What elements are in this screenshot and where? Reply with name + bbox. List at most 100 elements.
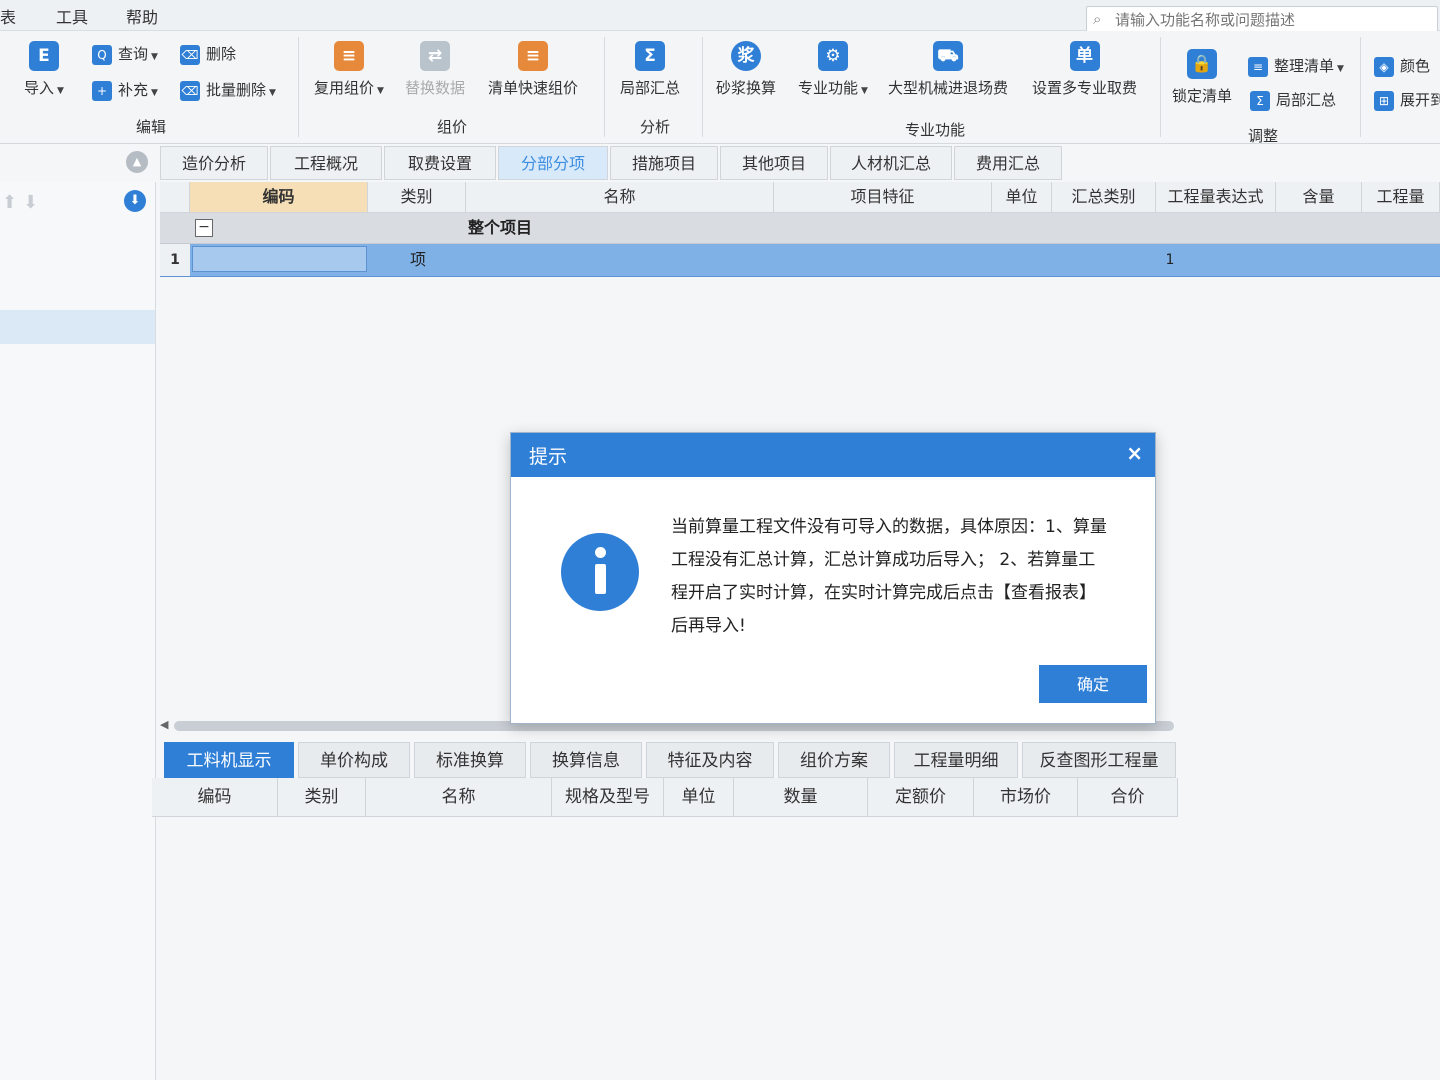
bottom-header-market-price[interactable]: 市场价 [974, 778, 1078, 816]
row-category-cell[interactable]: 项 [368, 244, 468, 276]
tab-labor-material-summary[interactable]: 人材机汇总 [830, 146, 952, 180]
quick-pricing-button[interactable]: ≡ 清单快速组价 [488, 41, 578, 98]
bottom-header-code[interactable]: 编码 [152, 778, 278, 816]
group-divider [604, 37, 605, 137]
btab-reverse-graphic[interactable]: 反查图形工程量 [1022, 742, 1176, 778]
bottom-header-name[interactable]: 名称 [366, 778, 552, 816]
tab-project-overview[interactable]: 工程概况 [270, 146, 382, 180]
grid-header-name[interactable]: 名称 [466, 182, 774, 212]
group-row-name: 整个项目 [468, 218, 533, 237]
menu-help[interactable]: 帮助 [126, 4, 158, 28]
color-icon: ◈ [1374, 56, 1394, 77]
row-quantity-cell[interactable]: 1 [1150, 244, 1190, 276]
grid-header-quantity-expr[interactable]: 工程量表达式 [1156, 182, 1276, 212]
lock-list-button[interactable]: 🔒 锁定清单 [1172, 49, 1232, 106]
function-search[interactable]: ⌕ [1086, 6, 1438, 34]
machinery-icon: ⛟ [933, 41, 963, 71]
dialog-title: 提示 [529, 446, 568, 468]
delete-button[interactable]: ⌫ 删除 [180, 43, 236, 65]
caret-down-icon: ▼ [57, 86, 64, 96]
info-icon-bar [595, 564, 606, 594]
bottom-header-amount[interactable]: 数量 [734, 778, 868, 816]
mortar-conversion-button[interactable]: 浆砂浆换算 [716, 41, 776, 98]
batch-delete-button[interactable]: ⌫ 批量删除 ▼ [180, 79, 276, 101]
tab-fee-summary[interactable]: 费用汇总 [954, 146, 1062, 180]
color-button[interactable]: ◈ 颜色 [1374, 55, 1430, 77]
grid-header-category[interactable]: 类别 [368, 182, 466, 212]
bottom-header-quota-price[interactable]: 定额价 [868, 778, 974, 816]
reuse-pricing-button[interactable]: ≡ 复用组价 ▼ [314, 41, 384, 98]
professional-function-button[interactable]: ⚙ 专业功能 ▼ [798, 41, 868, 98]
grid-header-content[interactable]: 含量 [1276, 182, 1362, 212]
tab-fee-settings[interactable]: 取费设置 [384, 146, 496, 180]
grid-header-unit[interactable]: 单位 [992, 182, 1052, 212]
group-label-adjust: 调整 [1248, 127, 1279, 145]
ok-button[interactable]: 确定 [1039, 665, 1147, 703]
summary-icon: Σ [635, 41, 665, 71]
caret-down-icon: ▼ [861, 86, 868, 96]
grid-header-summary-type[interactable]: 汇总类别 [1052, 182, 1156, 212]
scroll-left-icon[interactable]: ◀ [160, 718, 168, 731]
reuse-pricing-icon: ≡ [333, 41, 364, 71]
left-tree-panel: ⬆⬇ ⬇ [0, 182, 156, 1080]
btab-labor-material[interactable]: 工料机显示 [164, 742, 294, 778]
replace-data-icon: ⇄ [420, 41, 450, 71]
expand-to-button[interactable]: ⊞ 展开到 [1374, 89, 1440, 111]
partial-summary-button[interactable]: Σ 局部汇总 [620, 41, 680, 98]
collapse-panel-icon[interactable]: ▲ [126, 151, 148, 173]
tab-other-items[interactable]: 其他项目 [720, 146, 828, 180]
bottom-header-unit[interactable]: 单位 [664, 778, 734, 816]
organize-list-button[interactable]: ≡ 整理清单 ▼ [1248, 55, 1344, 77]
menu-tools[interactable]: 工具 [56, 4, 88, 28]
tree-selected-node[interactable] [0, 310, 155, 344]
btab-conversion-info[interactable]: 换算信息 [530, 742, 642, 778]
btab-standard-conversion[interactable]: 标准换算 [414, 742, 526, 778]
multi-fee-button[interactable]: 单设置多专业取费 [1032, 41, 1137, 98]
group-divider [702, 37, 703, 137]
info-dialog: 提示 × 当前算量工程文件没有可导入的数据，具体原因：1、算量工程没有汇总计算，… [510, 432, 1156, 724]
grid-header-features[interactable]: 项目特征 [774, 182, 992, 212]
info-icon-dot [595, 547, 606, 558]
summary-icon: Σ [1250, 90, 1270, 111]
tab-cost-analysis[interactable]: 造价分析 [160, 146, 268, 180]
mortar-icon: 浆 [731, 41, 761, 71]
grid-header-code[interactable]: 编码 [190, 182, 368, 212]
replace-data-button[interactable]: ⇄ 替换数据 [405, 41, 465, 98]
machinery-fee-button[interactable]: ⛟ 大型机械进退场费 [888, 41, 1008, 98]
info-icon [561, 533, 639, 611]
caret-down-icon: ▼ [269, 88, 276, 98]
btab-quantity-detail[interactable]: 工程量明细 [894, 742, 1018, 778]
move-arrows-icon[interactable]: ⬆⬇ [2, 192, 44, 213]
tab-measures[interactable]: 措施项目 [610, 146, 718, 180]
bottom-header-category[interactable]: 类别 [278, 778, 366, 816]
supplement-button[interactable]: + 补充 ▼ [92, 79, 158, 101]
professional-icon: ⚙ [817, 41, 848, 71]
search-icon: ⌕ [1093, 10, 1102, 28]
import-icon: E [28, 41, 59, 71]
btab-unit-price[interactable]: 单价构成 [298, 742, 410, 778]
tab-sub-items[interactable]: 分部分项 [498, 146, 608, 180]
main-tabbar: 造价分析 工程概况 取费设置 分部分项 措施项目 其他项目 人材机汇总 费用汇总 [160, 146, 1440, 180]
query-button[interactable]: Q 查询 ▼ [92, 43, 158, 65]
close-icon[interactable]: × [1126, 433, 1143, 473]
dialog-message: 当前算量工程文件没有可导入的数据，具体原因：1、算量工程没有汇总计算，汇总计算成… [671, 517, 1107, 636]
download-icon[interactable]: ⬇ [124, 190, 146, 212]
row-code-cell[interactable] [192, 246, 367, 272]
collapse-minus-icon[interactable]: − [195, 219, 213, 237]
group-divider [1160, 37, 1161, 137]
trash-icon: ⌫ [180, 44, 200, 65]
btab-features-content[interactable]: 特征及内容 [646, 742, 774, 778]
function-search-input[interactable] [1113, 9, 1435, 31]
bottom-header-spec[interactable]: 规格及型号 [552, 778, 664, 816]
adjust-partial-summary-button[interactable]: Σ 局部汇总 [1250, 89, 1336, 111]
grid-header-quantity[interactable]: 工程量 [1362, 182, 1440, 212]
table-row[interactable]: 1 项 1 [160, 244, 1440, 277]
btab-pricing-plan[interactable]: 组价方案 [778, 742, 890, 778]
bottom-header-total-price[interactable]: 合价 [1078, 778, 1178, 816]
menu-report[interactable]: 表 [0, 4, 16, 28]
import-button[interactable]: E 导入 ▼ [24, 41, 64, 98]
grid-header-rownum [160, 182, 190, 212]
group-row-whole-project[interactable]: − 整个项目 [160, 213, 1440, 244]
dialog-titlebar: 提示 × [511, 433, 1155, 477]
organize-icon: ≡ [1248, 56, 1268, 77]
